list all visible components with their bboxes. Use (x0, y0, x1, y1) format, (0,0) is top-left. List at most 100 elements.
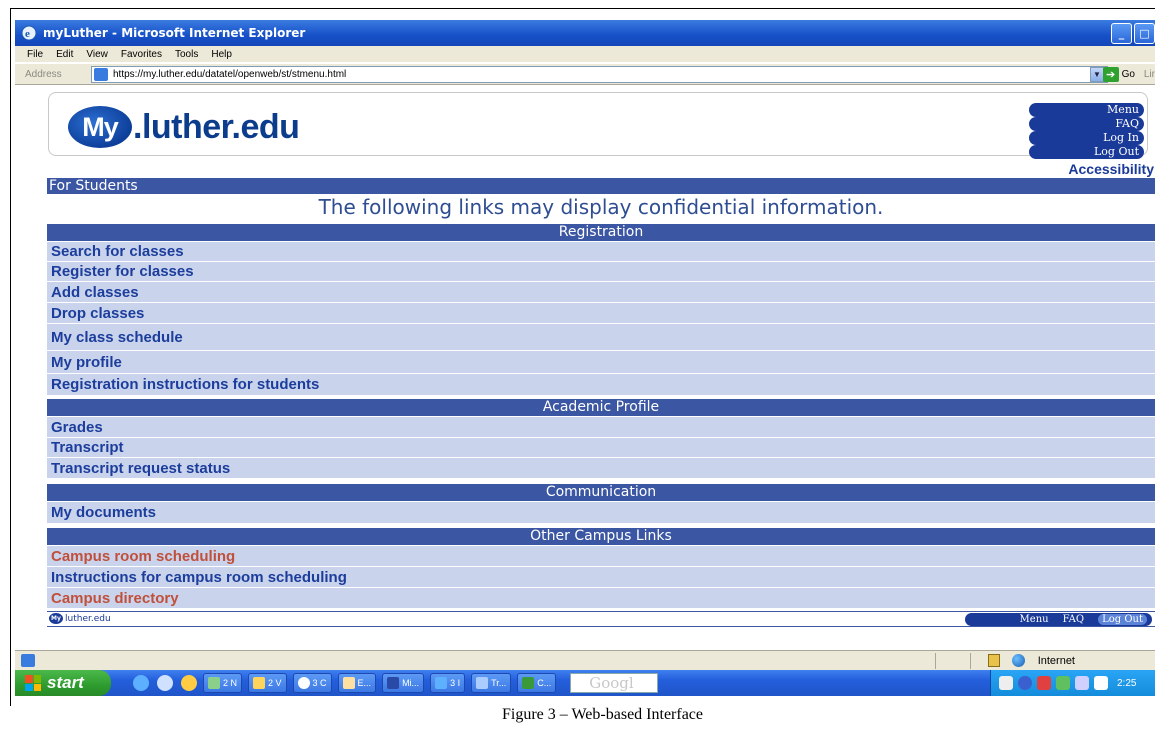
address-input[interactable]: https://my.luther.edu/datatel/openweb/st… (91, 66, 1108, 83)
taskbar-group-5[interactable]: Mi... (382, 673, 425, 693)
taskbar-group-4[interactable]: E... (337, 673, 377, 693)
tray-icon[interactable] (1018, 676, 1032, 690)
task-label: Mi... (402, 678, 420, 688)
task-label: 3 I (450, 678, 461, 688)
footer-faq-link[interactable]: FAQ (1063, 614, 1085, 625)
page-content: My .luther.edu Menu FAQ Log In Log Out A… (38, 86, 1155, 641)
site-logo[interactable]: My .luther.edu (68, 103, 300, 151)
system-tray: 2:25 (990, 670, 1155, 696)
footer-logo[interactable]: My luther.edu (49, 613, 111, 624)
link-grades[interactable]: Grades (47, 417, 1155, 438)
figure-caption: Figure 3 – Web-based Interface (502, 706, 703, 723)
link-add-classes[interactable]: Add classes (47, 282, 1155, 303)
tray-icon[interactable] (1094, 676, 1108, 690)
task-label: E... (357, 678, 372, 688)
link-transcript-request-status[interactable]: Transcript request status (47, 458, 1155, 479)
security-zone: Internet (1037, 655, 1075, 667)
link-instructions-campus-room-scheduling[interactable]: Instructions for campus room scheduling (47, 567, 1155, 588)
menu-bar: File Edit View Favorites Tools Help (15, 46, 1155, 62)
link-campus-directory[interactable]: Campus directory (47, 588, 1155, 609)
menu-tools[interactable]: Tools (175, 49, 198, 60)
start-button[interactable]: start (15, 670, 111, 696)
menu-help[interactable]: Help (211, 49, 232, 60)
footer-nav: Menu FAQ Log Out (965, 613, 1152, 626)
task-label: 2 N (223, 678, 238, 688)
task-label: C... (537, 678, 552, 688)
start-label: start (47, 673, 84, 692)
taskbar-group-7[interactable]: Tr... (471, 673, 512, 693)
taskbar-group-3[interactable]: 3 C (292, 673, 332, 693)
section-communication: Communication (47, 484, 1155, 501)
page-icon (94, 68, 108, 81)
tray-icon[interactable] (999, 676, 1013, 690)
tray-icon[interactable] (1075, 676, 1089, 690)
status-divider (935, 653, 936, 669)
menu-link[interactable]: Menu (1029, 103, 1144, 117)
logo-my: My (68, 106, 132, 148)
faq-link[interactable]: FAQ (1029, 117, 1144, 131)
menu-file[interactable]: File (27, 49, 43, 60)
task-label: Tr... (491, 678, 507, 688)
taskbar-group-1[interactable]: 2 N (203, 673, 243, 693)
svg-text:e: e (25, 28, 30, 40)
menu-edit[interactable]: Edit (56, 49, 73, 60)
footer-log-out-link[interactable]: Log Out (1098, 614, 1147, 625)
taskbar-group-8[interactable]: C... (517, 673, 557, 693)
header-nav: Menu FAQ Log In Log Out (1029, 103, 1144, 159)
section-registration: Registration (47, 224, 1155, 241)
quicklaunch-browser-icon[interactable] (157, 675, 173, 691)
accessibility-link[interactable]: Accessibility (1068, 161, 1154, 177)
link-my-class-schedule[interactable]: My class schedule (47, 324, 1155, 351)
footer-logo-text: luther.edu (65, 613, 111, 624)
link-my-profile[interactable]: My profile (47, 351, 1155, 374)
status-bar: Internet (15, 650, 1155, 670)
link-transcript[interactable]: Transcript (47, 438, 1155, 458)
taskbar-clock: 2:25 (1117, 677, 1137, 689)
address-label: Address (25, 68, 62, 80)
minimize-button[interactable]: _ (1111, 23, 1132, 44)
quicklaunch-ie-icon[interactable] (133, 675, 149, 691)
internet-explorer-icon: e (21, 25, 37, 41)
go-button[interactable]: ➔ Go (1102, 67, 1135, 82)
window-title: myLuther - Microsoft Internet Explorer (43, 26, 306, 40)
maximize-button[interactable]: □ (1134, 23, 1155, 44)
site-header: My .luther.edu Menu FAQ Log In Log Out (48, 92, 1148, 159)
taskbar-group-2[interactable]: 2 V (248, 673, 287, 693)
menu-view[interactable]: View (86, 49, 108, 60)
tray-icon[interactable] (1037, 676, 1051, 690)
link-drop-classes[interactable]: Drop classes (47, 303, 1155, 324)
section-academic-profile: Academic Profile (47, 399, 1155, 416)
link-my-documents[interactable]: My documents (47, 502, 1155, 524)
link-search-for-classes[interactable]: Search for classes (47, 242, 1155, 262)
quicklaunch-media-icon[interactable] (181, 675, 197, 691)
logo-domain: .luther.edu (133, 107, 300, 146)
task-label: 2 V (268, 678, 282, 688)
address-url: https://my.luther.edu/datatel/openweb/st… (113, 69, 347, 80)
log-in-link[interactable]: Log In (1029, 131, 1144, 145)
footer-menu-link[interactable]: Menu (1020, 614, 1049, 625)
task-label: 3 C (312, 678, 327, 688)
menu-favorites[interactable]: Favorites (121, 49, 162, 60)
tray-icon[interactable] (1056, 676, 1070, 690)
section-other-campus-links: Other Campus Links (47, 528, 1155, 545)
link-register-for-classes[interactable]: Register for classes (47, 262, 1155, 282)
link-registration-instructions[interactable]: Registration instructions for students (47, 374, 1155, 396)
page-footer: My luther.edu Menu FAQ Log Out (47, 611, 1155, 627)
for-students-bar: For Students (47, 178, 1155, 194)
internet-zone-icon (1012, 654, 1025, 667)
footer-logo-icon: My (49, 613, 63, 624)
link-campus-room-scheduling[interactable]: Campus room scheduling (47, 546, 1155, 567)
page-status-icon (21, 654, 35, 667)
status-divider (970, 653, 971, 669)
confidential-notice: The following links may display confiden… (318, 195, 884, 219)
go-arrow-icon: ➔ (1102, 67, 1119, 82)
taskbar-group-6[interactable]: 3 I (430, 673, 466, 693)
go-label: Go (1121, 69, 1135, 80)
window-title-bar: e myLuther - Microsoft Internet Explorer… (15, 20, 1155, 46)
windows-flag-icon (25, 675, 41, 691)
links-label[interactable]: Lir (1144, 69, 1155, 80)
address-bar: Address https://my.luther.edu/datatel/op… (15, 63, 1155, 85)
google-toolbar-search[interactable]: Googl (570, 673, 659, 693)
lock-icon (988, 654, 1000, 667)
log-out-link[interactable]: Log Out (1029, 145, 1144, 159)
